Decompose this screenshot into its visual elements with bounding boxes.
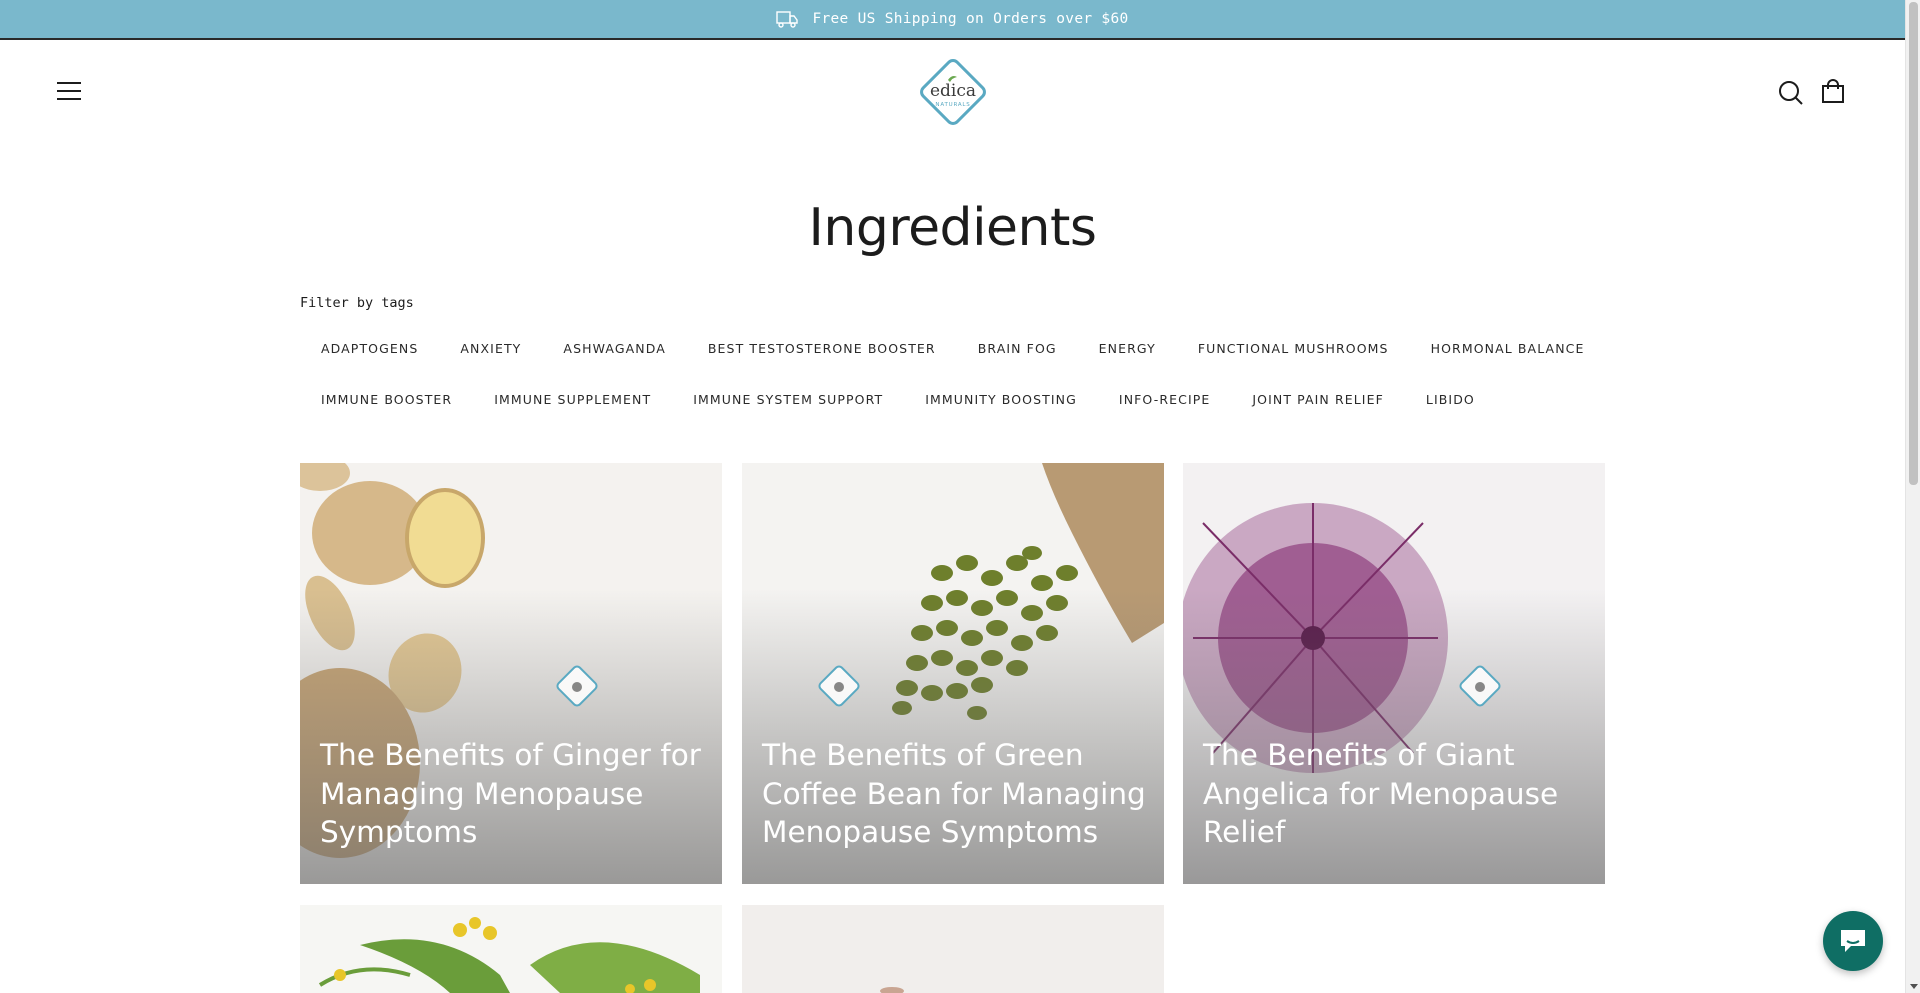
shopping-bag-icon[interactable] [1820,79,1846,105]
article-card-green-coffee[interactable]: The Benefits of Green Coffee Bean for Ma… [742,463,1164,884]
article-image [742,905,1164,993]
chat-bubble-icon[interactable] [1823,911,1883,971]
announcement-bar: Free US Shipping on Orders over $60 [0,0,1905,40]
logo-wordmark: edica [930,81,976,101]
tag-link[interactable]: ENERGY [1078,341,1177,356]
announcement-text: Free US Shipping on Orders over $60 [812,11,1129,27]
truck-icon [776,10,799,28]
article-card-partial-1[interactable] [300,905,722,993]
article-title[interactable]: The Benefits of Green Coffee Bean for Ma… [762,736,1150,852]
watermark-logo [554,663,600,709]
tag-link[interactable]: INFO-RECIPE [1098,392,1231,407]
site-header: edica NATURALS [0,42,1905,142]
article-title[interactable]: The Benefits of Ginger for Managing Meno… [320,736,708,852]
article-card-giant-angelica[interactable]: The Benefits of Giant Angelica for Menop… [1183,463,1605,884]
page-scrollbar[interactable] [1905,0,1920,993]
filter-label: Filter by tags [300,295,414,311]
tag-filter-list: ADAPTOGENS ANXIETY ASHWAGANDA BEST TESTO… [300,330,1600,432]
yellow-flower-image [300,905,722,993]
hamburger-menu-icon[interactable] [57,82,81,100]
tag-link[interactable]: BRAIN FOG [957,341,1078,356]
scroll-down-arrow-icon[interactable] [1910,984,1918,989]
tag-link[interactable]: LIBIDO [1405,392,1496,407]
watermark-logo [816,663,862,709]
tag-link[interactable]: ADAPTOGENS [300,341,439,356]
watermark-logo [1457,663,1503,709]
article-title[interactable]: The Benefits of Giant Angelica for Menop… [1203,736,1591,852]
tag-link[interactable]: IMMUNE BOOSTER [300,392,473,407]
tag-link[interactable]: ANXIETY [439,341,542,356]
article-card-partial-2[interactable] [742,905,1164,993]
tag-link[interactable]: IMMUNE SYSTEM SUPPORT [672,392,904,407]
tag-row-1: ADAPTOGENS ANXIETY ASHWAGANDA BEST TESTO… [300,330,1600,366]
search-icon[interactable] [1778,80,1804,106]
scrollbar-thumb[interactable] [1909,2,1918,485]
tag-row-2: IMMUNE BOOSTER IMMUNE SUPPLEMENT IMMUNE … [300,381,1600,417]
site-logo[interactable]: edica NATURALS [917,56,989,128]
tag-link[interactable]: FUNCTIONAL MUSHROOMS [1177,341,1410,356]
article-card-ginger[interactable]: The Benefits of Ginger for Managing Meno… [300,463,722,884]
logo-subtext: NATURALS [935,102,970,108]
tag-link[interactable]: IMMUNITY BOOSTING [904,392,1098,407]
tag-link[interactable]: ASHWAGANDA [542,341,686,356]
tag-link[interactable]: HORMONAL BALANCE [1410,341,1606,356]
tag-link[interactable]: IMMUNE SUPPLEMENT [473,392,672,407]
tag-link[interactable]: JOINT PAIN RELIEF [1231,392,1405,407]
tag-link[interactable]: BEST TESTOSTERONE BOOSTER [687,341,957,356]
page-title: Ingredients [808,198,1097,258]
